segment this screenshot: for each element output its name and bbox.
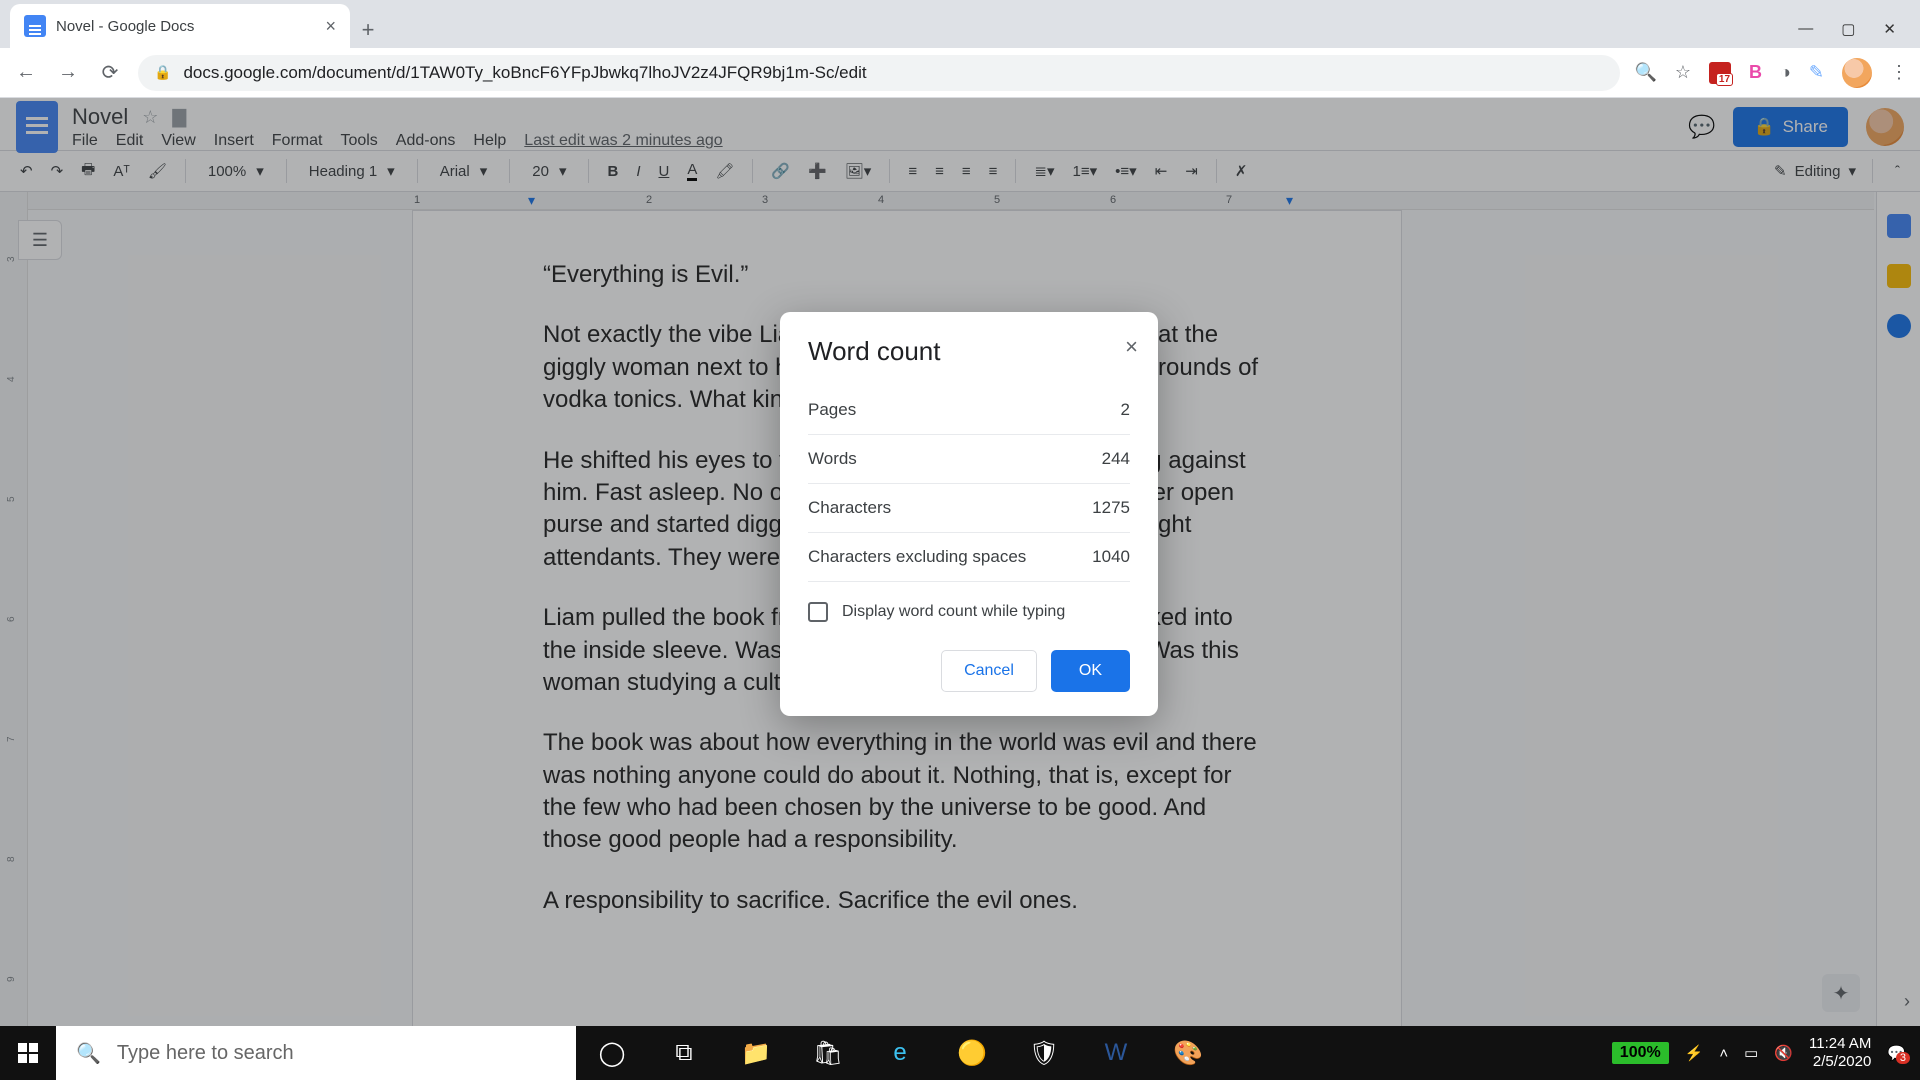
chrome-menu-icon[interactable]: ⋮ bbox=[1890, 62, 1908, 83]
security-app-icon[interactable]: 🛡 bbox=[1008, 1026, 1080, 1080]
omnibox[interactable]: 🔒 docs.google.com/document/d/1TAW0Ty_koB… bbox=[138, 55, 1620, 91]
bookmark-star-icon[interactable]: ☆ bbox=[1675, 62, 1691, 83]
extension-feather-icon[interactable]: ✎ bbox=[1809, 62, 1824, 83]
checkbox-icon[interactable] bbox=[808, 602, 828, 622]
back-button[interactable]: ← bbox=[12, 61, 40, 84]
dialog-title: Word count bbox=[808, 338, 1130, 364]
new-tab-button[interactable]: + bbox=[350, 12, 386, 48]
clock-time: 11:24 AM bbox=[1809, 1035, 1871, 1053]
stat-label: Words bbox=[808, 449, 857, 469]
taskbar-search[interactable]: 🔍 Type here to search bbox=[56, 1026, 576, 1080]
tray-chevron-icon[interactable]: ˄ bbox=[1719, 1045, 1728, 1062]
profile-avatar[interactable] bbox=[1842, 58, 1872, 88]
docs-favicon bbox=[24, 15, 46, 37]
stat-row-characters-no-spaces: Characters excluding spaces 1040 bbox=[808, 533, 1130, 582]
search-placeholder: Type here to search bbox=[117, 1042, 294, 1065]
taskbar-clock[interactable]: 11:24 AM 2/5/2020 bbox=[1809, 1035, 1871, 1071]
stat-value: 2 bbox=[1121, 400, 1130, 420]
forward-button[interactable]: → bbox=[54, 61, 82, 84]
stat-value: 1275 bbox=[1092, 498, 1130, 518]
charging-icon: ⚡ bbox=[1685, 1044, 1704, 1062]
stat-label: Characters bbox=[808, 498, 891, 518]
file-explorer-icon[interactable]: 📁 bbox=[720, 1026, 792, 1080]
stat-row-pages: Pages 2 bbox=[808, 386, 1130, 435]
search-icon: 🔍 bbox=[76, 1041, 101, 1066]
edge-icon[interactable]: e bbox=[864, 1026, 936, 1080]
close-window-icon[interactable]: ✕ bbox=[1883, 20, 1896, 38]
minimize-icon[interactable]: — bbox=[1798, 20, 1813, 38]
volume-mute-icon[interactable]: 🔇 bbox=[1774, 1044, 1793, 1062]
cortana-icon[interactable]: ◯ bbox=[576, 1026, 648, 1080]
dialog-close-icon[interactable]: × bbox=[1125, 334, 1138, 360]
chrome-icon[interactable]: 🟡 bbox=[936, 1026, 1008, 1080]
checkbox-label: Display word count while typing bbox=[842, 603, 1065, 621]
extension-badge-icon[interactable] bbox=[1709, 62, 1731, 84]
pocket-icon[interactable]: ◑ bbox=[1780, 62, 1791, 83]
stat-value: 244 bbox=[1102, 449, 1130, 469]
browser-address-bar: ← → ⟳ 🔒 docs.google.com/document/d/1TAW0… bbox=[0, 48, 1920, 98]
paint-icon[interactable]: 🎨 bbox=[1152, 1026, 1224, 1080]
reload-button[interactable]: ⟳ bbox=[96, 60, 124, 85]
notification-count: 3 bbox=[1896, 1052, 1910, 1064]
tab-title: Novel - Google Docs bbox=[56, 18, 194, 35]
stat-label: Pages bbox=[808, 400, 856, 420]
battery-indicator[interactable]: 100% bbox=[1612, 1042, 1669, 1064]
maximize-icon[interactable]: ▢ bbox=[1841, 20, 1855, 38]
power-icon[interactable]: ▭ bbox=[1744, 1044, 1758, 1062]
start-button[interactable] bbox=[0, 1026, 56, 1080]
url-text: docs.google.com/document/d/1TAW0Ty_koBnc… bbox=[183, 63, 866, 83]
extension-b-icon[interactable]: B bbox=[1749, 62, 1762, 83]
task-view-icon[interactable]: ⧉ bbox=[648, 1026, 720, 1080]
windows-taskbar: 🔍 Type here to search ◯ ⧉ 📁 🛍 e 🟡 🛡 W 🎨 … bbox=[0, 1026, 1920, 1080]
microsoft-store-icon[interactable]: 🛍 bbox=[792, 1026, 864, 1080]
tab-close-icon[interactable]: × bbox=[325, 16, 336, 37]
display-while-typing-checkbox[interactable]: Display word count while typing bbox=[808, 602, 1130, 622]
clock-date: 2/5/2020 bbox=[1809, 1053, 1871, 1071]
stat-row-characters: Characters 1275 bbox=[808, 484, 1130, 533]
word-icon[interactable]: W bbox=[1080, 1026, 1152, 1080]
stat-value: 1040 bbox=[1092, 547, 1130, 567]
word-count-dialog: × Word count Pages 2 Words 244 Character… bbox=[780, 312, 1158, 716]
lock-icon: 🔒 bbox=[154, 64, 171, 81]
cancel-button[interactable]: Cancel bbox=[941, 650, 1037, 692]
stat-row-words: Words 244 bbox=[808, 435, 1130, 484]
browser-tabstrip: Novel - Google Docs × + — ▢ ✕ bbox=[0, 0, 1920, 48]
page-zoom-icon[interactable]: 🔍 bbox=[1634, 62, 1656, 83]
browser-tab[interactable]: Novel - Google Docs × bbox=[10, 4, 350, 48]
stat-label: Characters excluding spaces bbox=[808, 547, 1026, 567]
action-center-icon[interactable]: 💬3 bbox=[1887, 1044, 1906, 1062]
ok-button[interactable]: OK bbox=[1051, 650, 1130, 692]
window-controls: — ▢ ✕ bbox=[1798, 20, 1920, 48]
